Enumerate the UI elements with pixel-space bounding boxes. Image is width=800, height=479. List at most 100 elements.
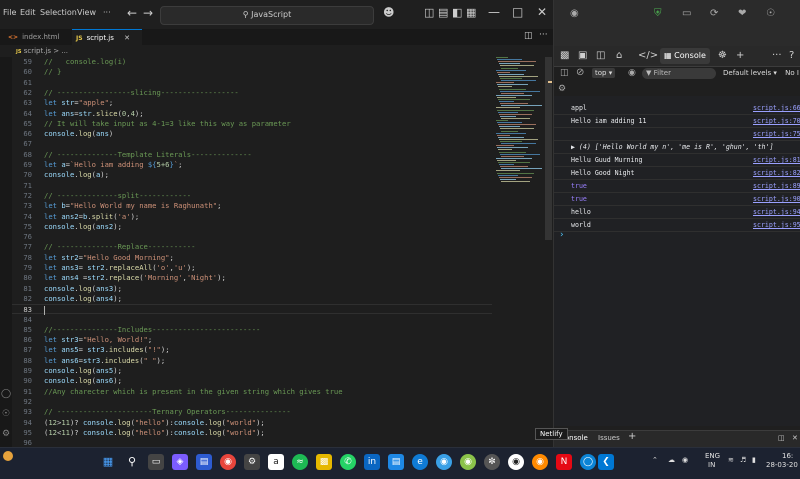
console-message[interactable]: Hello Good Night script.js:82 — [554, 167, 800, 180]
code-line[interactable]: 68 // --------------Template Literals----… — [12, 150, 492, 160]
scrollbar-thumb[interactable] — [545, 57, 552, 240]
extension-icon[interactable]: ◉ — [570, 8, 579, 19]
word-icon[interactable]: ▤ — [388, 454, 404, 470]
battery-icon[interactable]: ▮ — [752, 456, 756, 464]
code-line[interactable]: 62 // -----------------slicing-----------… — [12, 88, 492, 98]
source-link[interactable]: script.js:81 — [753, 154, 800, 166]
app-icon-ring[interactable]: ◯ — [580, 454, 596, 470]
menu-edit[interactable]: Edit — [20, 8, 36, 17]
editor-scrollbar[interactable] — [545, 57, 552, 445]
console-message[interactable]: Hello iam adding 11 script.js:70 — [554, 115, 800, 128]
tray-chevron-icon[interactable]: ⌃ — [652, 456, 658, 464]
console-message[interactable]: true script.js:90 — [554, 193, 800, 206]
code-line[interactable]: 89 console.log(ans5); — [12, 366, 492, 376]
app-icon-white[interactable]: ◉ — [508, 454, 524, 470]
code-line[interactable]: 70 console.log(a); — [12, 170, 492, 180]
clock-time[interactable]: 16: — [782, 452, 793, 460]
code-line[interactable]: 76 — [12, 232, 492, 242]
manage-gear-icon[interactable]: ⚙ — [0, 429, 12, 439]
filter-input[interactable]: ▼ Filter — [642, 68, 716, 79]
source-link[interactable]: script.js:90 — [753, 193, 800, 205]
code-line[interactable]: 67 — [12, 139, 492, 149]
tab-script-js[interactable]: JS script.js ✕ — [72, 29, 142, 46]
code-line[interactable]: 74 let ans2=b.split('a'); — [12, 212, 492, 222]
settings-app-icon[interactable]: ⚙ — [244, 454, 260, 470]
code-line[interactable]: 82 console.log(ans4); — [12, 294, 492, 304]
code-line[interactable]: 65 // It will take input as 4-1=3 like th… — [12, 119, 492, 129]
code-line[interactable]: 87 let ans5= str3.includes("!"); — [12, 345, 492, 355]
maximize-icon[interactable]: □ — [512, 5, 523, 19]
close-icon[interactable]: ✕ — [537, 5, 547, 19]
source-link[interactable]: script.js:95 — [753, 219, 800, 231]
close-drawer-icon[interactable]: ✕ — [792, 434, 798, 442]
breadcrumb[interactable]: JS script.js > ... — [0, 45, 553, 57]
source-link[interactable]: script.js:94 — [753, 206, 800, 218]
weather-icon[interactable] — [3, 451, 13, 461]
vscode-icon[interactable]: ❮ — [598, 454, 614, 470]
sidebar-icon[interactable]: ◫ — [560, 68, 569, 78]
file-explorer-icon[interactable]: ▩ — [316, 454, 332, 470]
code-line[interactable]: 90 console.log(ans6); — [12, 376, 492, 386]
welcome-home-icon[interactable]: ⌂ — [616, 50, 622, 61]
console-message[interactable]: Hellu Guud Murning script.js:81 — [554, 154, 800, 167]
volume-icon[interactable]: ♬ — [740, 456, 746, 464]
console-prompt-icon[interactable]: › — [560, 230, 564, 240]
tab-index-html[interactable]: <> index.html — [4, 29, 74, 45]
toggle-secondary-sidebar-icon[interactable]: ◧ — [452, 6, 462, 19]
code-line[interactable]: 86 let str3="Hello, World!"; — [12, 335, 492, 345]
linkedin-icon[interactable]: in — [364, 454, 380, 470]
sync-icon[interactable]: ⟳ — [710, 8, 718, 19]
code-line[interactable]: 63 let str="apple"; — [12, 98, 492, 108]
minimap[interactable] — [496, 57, 542, 187]
app-tray-icon[interactable]: ◉ — [682, 456, 688, 464]
drawer-tab-issues[interactable]: Issues — [598, 434, 620, 442]
code-line[interactable]: 94 (12>11)? console.log("hello"):console.… — [12, 418, 492, 428]
code-line[interactable]: 92 — [12, 397, 492, 407]
source-link[interactable]: script.js:66 — [753, 102, 800, 114]
menu-file[interactable]: File — [3, 8, 16, 17]
command-center-search[interactable]: ⚲ JavaScript — [160, 6, 374, 25]
log-levels-dropdown[interactable]: Default levels ▾ No I — [723, 69, 799, 77]
code-line[interactable]: 73 let b="Hello World my name is Raghunat… — [12, 201, 492, 211]
sidebar-toggle-icon[interactable]: ◫ — [596, 50, 605, 61]
help-icon[interactable]: ? — [789, 50, 794, 61]
add-drawer-tab-icon[interactable]: + — [628, 431, 636, 442]
code-line[interactable]: 59 // console.log(i) — [12, 57, 492, 67]
menu-selection[interactable]: Selection — [40, 8, 77, 17]
code-line[interactable]: 84 — [12, 315, 492, 325]
source-link[interactable]: script.js:82 — [753, 167, 800, 179]
tab-console[interactable]: ▦ Console — [660, 48, 710, 64]
netflix-icon[interactable]: N — [556, 454, 572, 470]
console-message[interactable]: ▶ (4) ['Hello World my n', 'me is R', 'g… — [554, 141, 800, 154]
add-tool-icon[interactable]: + — [736, 50, 744, 61]
task-view-icon[interactable]: ▭ — [148, 454, 164, 470]
menu-view[interactable]: View — [77, 8, 96, 17]
code-line[interactable]: 79 let ans3= str2.replaceAll('o','u'); — [12, 263, 492, 273]
code-line[interactable]: 91 //Any charecter which is present in th… — [12, 387, 492, 397]
console-output[interactable]: appl script.js:66 Hello iam adding 11 scrip… — [554, 96, 800, 426]
language-indicator[interactable]: ENG — [705, 452, 720, 460]
code-line[interactable]: 81 console.log(ans3); — [12, 284, 492, 294]
source-link[interactable]: script.js:89 — [753, 180, 800, 192]
elements-icon[interactable]: </> — [638, 50, 658, 61]
code-line[interactable]: 75 console.log(ans2); — [12, 222, 492, 232]
code-editor[interactable]: 59 // console.log(i) 60 // } 61 62 // --------… — [12, 57, 492, 445]
chatgpt-icon[interactable]: ✼ — [484, 454, 500, 470]
code-line[interactable]: 64 let ans=str.slice(0,4); — [12, 109, 492, 119]
code-line[interactable]: 85 //---------------Includes-------------… — [12, 325, 492, 335]
console-message[interactable]: appl script.js:66 — [554, 102, 800, 115]
back-arrow-icon[interactable]: ← — [127, 6, 137, 20]
console-message[interactable]: hello script.js:94 — [554, 206, 800, 219]
shield-icon[interactable]: ⛨ — [654, 8, 662, 19]
accounts-icon[interactable]: ☉ — [0, 409, 12, 419]
clock-date[interactable]: 28-03-20 — [766, 461, 798, 469]
split-editor-icon[interactable]: ◫ — [524, 31, 533, 41]
spotify-icon[interactable]: ≈ — [292, 454, 308, 470]
console-message[interactable]: script.js:75 — [554, 128, 800, 141]
more-actions-icon[interactable]: ··· — [539, 30, 548, 40]
close-tab-icon[interactable]: ✕ — [124, 34, 130, 42]
code-line[interactable]: 69 let a=`Hello iam adding ${5+6}`; — [12, 160, 492, 170]
search-icon[interactable]: ⚲ — [124, 454, 140, 470]
source-link[interactable]: script.js:75 — [753, 128, 800, 140]
calendar-app-icon[interactable]: ▤ — [196, 454, 212, 470]
